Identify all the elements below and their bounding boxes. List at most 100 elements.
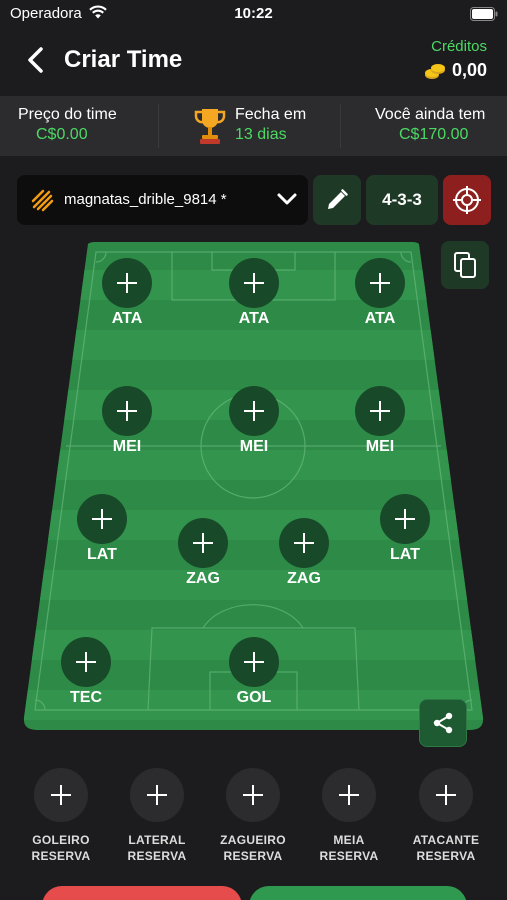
remaining-label: Você ainda tem xyxy=(375,106,486,123)
plus-icon xyxy=(370,273,390,293)
position-label: TEC xyxy=(70,689,102,706)
plus-icon xyxy=(117,273,137,293)
add-player-button[interactable] xyxy=(102,258,152,308)
remaining-value: C$170.00 xyxy=(399,126,469,143)
plus-icon xyxy=(244,273,264,293)
player-slot-mei[interactable]: MEI xyxy=(97,386,157,456)
reserve-label: ZAGUEIRO RESERVA xyxy=(220,833,286,863)
add-reserve-button[interactable] xyxy=(34,768,88,822)
plus-icon xyxy=(370,401,390,421)
plus-icon xyxy=(117,401,137,421)
plus-icon xyxy=(395,509,415,529)
add-player-button[interactable] xyxy=(229,386,279,436)
add-reserve-button[interactable] xyxy=(419,768,473,822)
add-reserve-button[interactable] xyxy=(226,768,280,822)
close-section: Fecha em 13 dias xyxy=(235,106,306,166)
team-logo-icon xyxy=(31,189,54,212)
player-slot-ata[interactable]: ATA xyxy=(97,258,157,328)
price-label: Preço do time xyxy=(18,106,117,123)
divider xyxy=(340,104,341,148)
plus-icon xyxy=(339,785,359,805)
player-slot-tec[interactable]: TEC xyxy=(56,637,116,707)
clock-time: 10:22 xyxy=(234,5,273,22)
position-label: MEI xyxy=(365,438,395,455)
reserve-label: LATERAL RESERVA xyxy=(127,833,187,863)
add-player-button[interactable] xyxy=(229,637,279,687)
price-section: Preço do time C$0.00 xyxy=(18,106,117,166)
add-player-button[interactable] xyxy=(355,258,405,308)
position-label: LAT xyxy=(87,546,117,563)
nav-bar: Criar Time Créditos 0,00 xyxy=(0,30,507,92)
price-value: C$0.00 xyxy=(36,126,88,143)
reserve-slot-atacante[interactable]: ATACANTE RESERVA xyxy=(406,768,486,864)
plus-icon xyxy=(436,785,456,805)
close-label: Fecha em xyxy=(235,106,307,123)
team-info-bar: Preço do time C$0.00 Fecha em 13 dias Vo… xyxy=(0,96,507,156)
player-slot-ata[interactable]: ATA xyxy=(224,258,284,328)
plus-icon xyxy=(147,785,167,805)
formation-button[interactable]: 4-3-3 xyxy=(366,175,438,225)
add-reserve-button[interactable] xyxy=(130,768,184,822)
trophy-icon xyxy=(194,109,226,144)
position-label: ZAG xyxy=(287,570,321,587)
player-slot-mei[interactable]: MEI xyxy=(350,386,410,456)
plus-icon xyxy=(244,652,264,672)
position-label: ATA xyxy=(364,310,396,327)
plus-icon xyxy=(193,533,213,553)
target-icon xyxy=(453,186,481,214)
player-slot-mei[interactable]: MEI xyxy=(224,386,284,456)
player-slot-ata[interactable]: ATA xyxy=(350,258,410,328)
plus-icon xyxy=(294,533,314,553)
plus-icon xyxy=(243,785,263,805)
team-name: magnatas_drible_9814 * xyxy=(64,191,227,208)
plus-icon xyxy=(244,401,264,421)
reserve-slot-lateral[interactable]: LATERAL RESERVA xyxy=(117,768,197,864)
position-label: ZAG xyxy=(186,570,220,587)
add-reserve-button[interactable] xyxy=(322,768,376,822)
reserve-slot-zagueiro[interactable]: ZAGUEIRO RESERVA xyxy=(213,768,293,864)
position-label: ATA xyxy=(238,310,270,327)
reserve-label: MEIA RESERVA xyxy=(319,833,379,863)
add-player-button[interactable] xyxy=(77,494,127,544)
add-coach-button[interactable] xyxy=(61,637,111,687)
player-slot-lat[interactable]: LAT xyxy=(72,494,132,564)
captain-target-button[interactable] xyxy=(443,175,491,225)
player-slot-lat[interactable]: LAT xyxy=(375,494,435,564)
player-slot-zag[interactable]: ZAG xyxy=(274,518,334,588)
reserve-label: GOLEIRO RESERVA xyxy=(31,833,91,863)
save-team-button[interactable] xyxy=(249,886,467,900)
add-player-button[interactable] xyxy=(279,518,329,568)
position-label: LAT xyxy=(390,546,420,563)
position-label: ATA xyxy=(111,310,143,327)
back-icon[interactable] xyxy=(24,46,46,74)
plus-icon xyxy=(76,652,96,672)
page-title: Criar Time xyxy=(64,46,183,73)
reserve-slot-meia[interactable]: MEIA RESERVA xyxy=(309,768,389,864)
position-label: GOL xyxy=(236,689,272,706)
battery-icon xyxy=(470,7,498,21)
credits-balance[interactable]: 0,00 xyxy=(424,60,487,81)
player-slot-zag[interactable]: ZAG xyxy=(173,518,233,588)
position-label: MEI xyxy=(112,438,142,455)
position-label: MEI xyxy=(239,438,269,455)
divider xyxy=(158,104,159,148)
close-value: 13 dias xyxy=(235,126,287,143)
add-player-button[interactable] xyxy=(178,518,228,568)
team-selector[interactable]: magnatas_drible_9814 * xyxy=(17,175,308,225)
add-player-button[interactable] xyxy=(229,258,279,308)
add-player-button[interactable] xyxy=(102,386,152,436)
credits-label: Créditos xyxy=(431,38,487,55)
credits-value: 0,00 xyxy=(451,60,487,80)
reserve-label: ATACANTE RESERVA xyxy=(412,833,480,863)
coins-icon xyxy=(424,63,445,79)
add-player-button[interactable] xyxy=(355,386,405,436)
plus-icon xyxy=(51,785,71,805)
add-player-button[interactable] xyxy=(380,494,430,544)
edit-team-button[interactable] xyxy=(313,175,361,225)
share-button[interactable] xyxy=(419,699,467,747)
clear-team-button[interactable] xyxy=(42,886,242,900)
reserve-slot-goleiro[interactable]: GOLEIRO RESERVA xyxy=(21,768,101,864)
plus-icon xyxy=(92,509,112,529)
player-slot-gol[interactable]: GOL xyxy=(224,637,284,707)
remaining-section: Você ainda tem C$170.00 xyxy=(375,106,485,166)
